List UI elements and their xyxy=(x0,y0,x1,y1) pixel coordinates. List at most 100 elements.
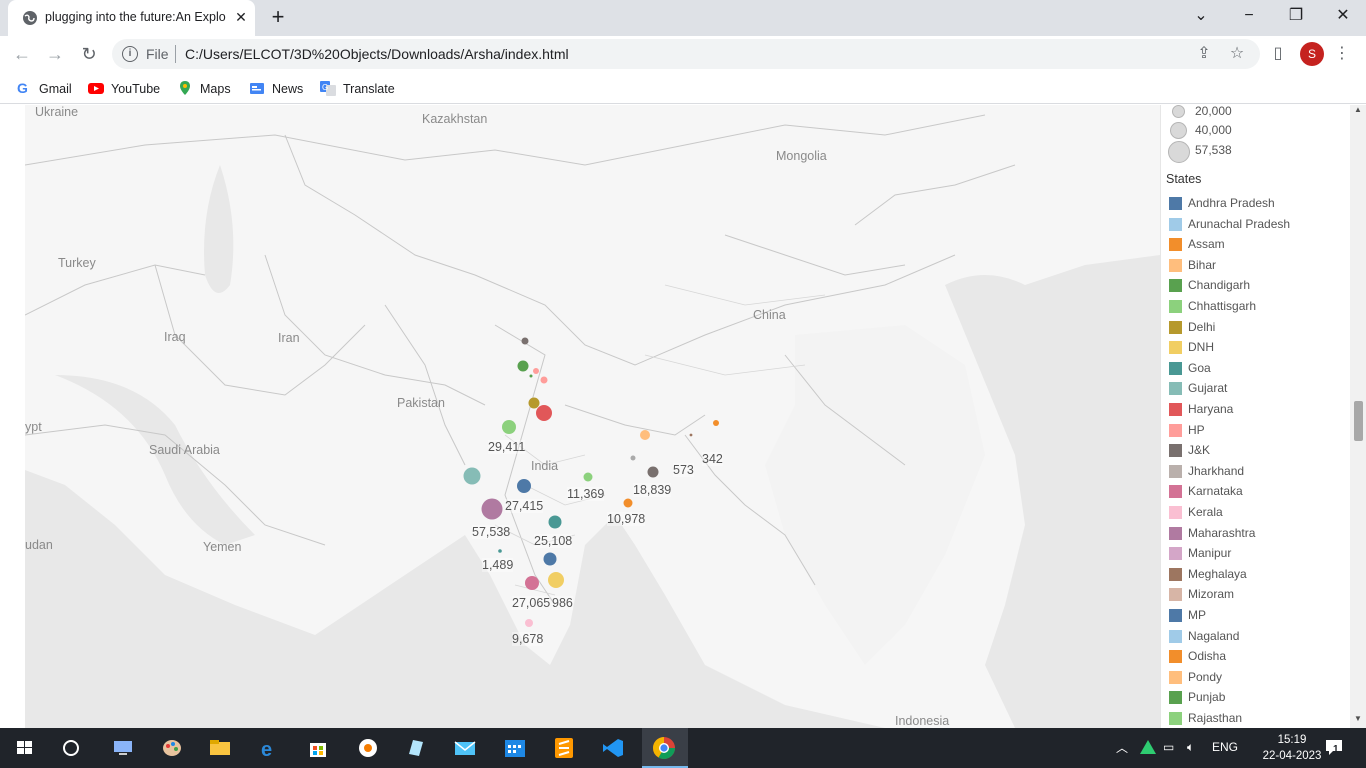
back-button[interactable]: ← xyxy=(10,42,34,66)
legend-item[interactable]: Manipur xyxy=(1169,543,1349,563)
legend-item[interactable]: Chhattisgarh xyxy=(1169,296,1349,316)
legend-item[interactable]: HP xyxy=(1169,420,1349,440)
legend-item[interactable]: DNH xyxy=(1169,337,1349,357)
bookmark-translate[interactable]: G Translate xyxy=(320,80,395,98)
calendar-icon[interactable] xyxy=(502,736,528,760)
bubble-goa[interactable] xyxy=(548,515,562,529)
scrollbar-thumb[interactable] xyxy=(1354,401,1363,441)
legend-item[interactable]: Assam xyxy=(1169,234,1349,254)
minimize-button[interactable]: − xyxy=(1234,4,1264,30)
edge-icon[interactable]: e xyxy=(257,736,283,760)
bubble-assam[interactable] xyxy=(713,420,719,426)
bookmark-maps[interactable]: Maps xyxy=(177,80,231,98)
taskbar-clock[interactable]: 15:19 22-04-2023 xyxy=(1262,732,1322,764)
forward-button[interactable]: → xyxy=(43,42,67,66)
legend-item[interactable]: Kerala xyxy=(1169,502,1349,522)
bubble-maharashtra[interactable] xyxy=(481,498,503,520)
bubble-jk[interactable] xyxy=(521,337,529,345)
legend-item[interactable]: Karnataka xyxy=(1169,481,1349,501)
tab-search-icon[interactable]: ⌄ xyxy=(1186,4,1216,30)
legend-item[interactable]: Jharkhand xyxy=(1169,461,1349,481)
restore-button[interactable]: ❐ xyxy=(1281,4,1311,30)
address-bar[interactable]: i File C:/Users/ELCOT/3D%20Objects/Downl… xyxy=(112,39,1260,69)
reload-button[interactable]: ↻ xyxy=(77,42,101,66)
bubble-punjab[interactable] xyxy=(517,360,529,372)
menu-icon[interactable]: ⋮ xyxy=(1332,44,1352,64)
bubble-karnataka[interactable] xyxy=(525,576,539,590)
legend-item[interactable]: Andhra Pradesh xyxy=(1169,193,1349,213)
bubble-rajasthan[interactable] xyxy=(502,420,516,434)
notes-icon[interactable] xyxy=(403,736,429,760)
bubble-odisha[interactable] xyxy=(623,498,633,508)
legend-item[interactable]: Bihar xyxy=(1169,255,1349,275)
bubble-kerala[interactable] xyxy=(525,619,533,627)
bookmark-gmail[interactable]: G Gmail xyxy=(16,80,72,98)
close-window-button[interactable]: ✕ xyxy=(1328,4,1358,30)
bubble-goa-small[interactable] xyxy=(498,549,502,553)
store-icon[interactable] xyxy=(305,736,331,760)
scroll-down-arrow-icon[interactable]: ▼ xyxy=(1353,714,1363,723)
vscode-icon[interactable] xyxy=(600,736,626,760)
legend-item[interactable]: Chandigarh xyxy=(1169,275,1349,295)
scroll-up-arrow-icon[interactable]: ▲ xyxy=(1353,105,1363,114)
legend-item[interactable]: Odisha xyxy=(1169,646,1349,666)
bubble-haryana[interactable] xyxy=(536,405,552,421)
legend-item[interactable]: Arunachal Pradesh xyxy=(1169,214,1349,234)
windows-start-icon[interactable] xyxy=(12,736,38,760)
chrome-taskbar-button[interactable] xyxy=(642,728,688,768)
new-tab-button[interactable]: + xyxy=(266,6,290,30)
bookmark-youtube[interactable]: YouTube xyxy=(88,80,160,98)
show-hidden-icons-icon[interactable]: ︿ xyxy=(1116,739,1128,756)
page-scrollbar[interactable]: ▲ ▼ xyxy=(1350,105,1366,728)
media-player-icon[interactable] xyxy=(355,736,381,760)
bubble-dnh[interactable] xyxy=(548,572,564,588)
paint-icon[interactable] xyxy=(159,736,185,760)
legend-item[interactable]: Gujarat xyxy=(1169,378,1349,398)
bubble-west-bengal[interactable] xyxy=(630,455,636,461)
url-text[interactable]: C:/Users/ELCOT/3D%20Objects/Downloads/Ar… xyxy=(185,46,569,62)
legend-item[interactable]: Delhi xyxy=(1169,317,1349,337)
legend-item[interactable]: Rajasthan xyxy=(1169,708,1349,728)
sublime-text-icon[interactable] xyxy=(551,736,577,760)
legend-item[interactable]: Nagaland xyxy=(1169,626,1349,646)
bubble-mp[interactable] xyxy=(517,479,531,493)
computer-icon[interactable] xyxy=(110,736,136,760)
language-indicator[interactable]: ENG xyxy=(1212,740,1238,754)
legend-item[interactable]: Meghalaya xyxy=(1169,564,1349,584)
legend-item[interactable]: Punjab xyxy=(1169,687,1349,707)
bubble-delhi[interactable] xyxy=(528,397,540,409)
data-label-meghalaya: 573 xyxy=(673,463,694,477)
bubble-bihar[interactable] xyxy=(640,430,650,440)
legend-item[interactable]: MP xyxy=(1169,605,1349,625)
side-panel-icon[interactable]: ▯ xyxy=(1268,44,1288,64)
profile-avatar[interactable]: S xyxy=(1300,42,1324,66)
bubble-chandigarh[interactable] xyxy=(533,368,539,374)
network-warning-icon[interactable] xyxy=(1139,739,1157,755)
browser-tab[interactable]: plugging into the future:An Explo ✕ xyxy=(8,0,255,36)
bubble-andhra-pradesh[interactable] xyxy=(543,552,557,566)
bubble-gujarat[interactable] xyxy=(463,467,481,485)
bubble-chhattisgarh[interactable] xyxy=(583,472,593,482)
bubble-map[interactable]: Ukraine Kazakhstan Mongolia Turkey Iraq … xyxy=(25,105,1160,728)
legend-item[interactable]: Haryana xyxy=(1169,399,1349,419)
legend-item[interactable]: Maharashtra xyxy=(1169,523,1349,543)
legend-item[interactable]: Mizoram xyxy=(1169,584,1349,604)
bookmark-star-icon[interactable]: ☆ xyxy=(1227,44,1247,64)
bookmark-news[interactable]: News xyxy=(249,80,303,98)
file-explorer-icon[interactable] xyxy=(207,736,233,760)
legend-item[interactable]: Pondy xyxy=(1169,667,1349,687)
bubble-jharkhand[interactable] xyxy=(647,466,659,478)
notification-center-icon[interactable]: 1 xyxy=(1324,738,1344,756)
volume-icon[interactable]: 🔈︎ xyxy=(1187,740,1194,755)
bubble-hp[interactable] xyxy=(540,376,548,384)
share-icon[interactable]: ⇪ xyxy=(1194,44,1214,64)
mail-icon[interactable] xyxy=(452,736,478,760)
legend-item[interactable]: J&K xyxy=(1169,440,1349,460)
close-tab-icon[interactable]: ✕ xyxy=(232,8,250,26)
search-icon[interactable] xyxy=(58,736,84,760)
bubble-meghalaya[interactable] xyxy=(689,433,693,437)
bubble-small[interactable] xyxy=(529,374,533,378)
legend-item[interactable]: Goa xyxy=(1169,358,1349,378)
info-icon[interactable]: i xyxy=(122,46,138,62)
battery-icon[interactable]: ▭ xyxy=(1163,740,1174,754)
